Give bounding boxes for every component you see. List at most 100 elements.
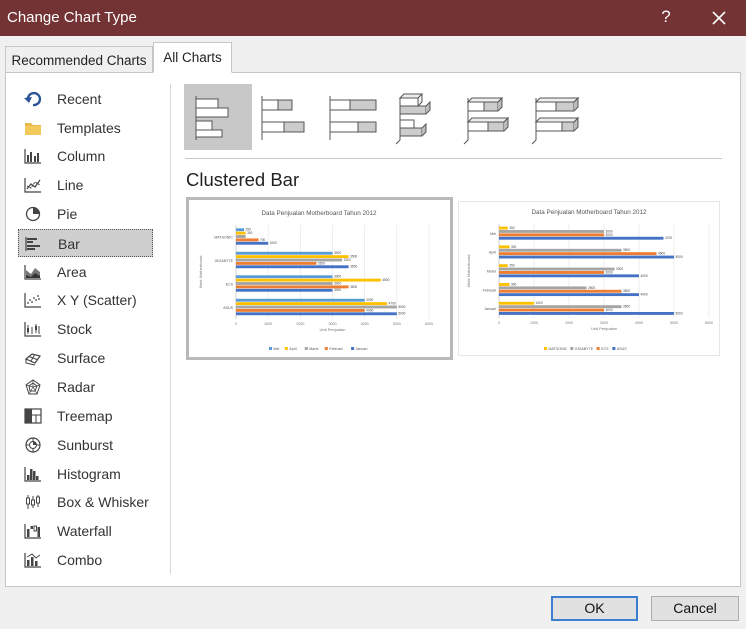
3d-percent-stacked-bar-icon (531, 96, 580, 145)
waterfall-chart-icon (24, 524, 41, 539)
data-label: 4500 (658, 252, 665, 256)
sidebar-item-surface[interactable]: Surface (18, 344, 153, 372)
radar-chart-icon (25, 379, 41, 395)
bar (499, 283, 510, 286)
title-bar: Change Chart Type ? (0, 0, 746, 36)
sidebar-item-combo[interactable]: Combo (18, 546, 153, 574)
x-tick-label: 2000 (565, 321, 573, 325)
bar (499, 286, 587, 290)
sidebar-item-label: Treemap (57, 408, 113, 424)
sidebar-item-label: Bar (58, 236, 80, 252)
cancel-button[interactable]: Cancel (651, 596, 739, 621)
sunburst-chart-icon (25, 437, 41, 453)
data-label: 3500 (350, 285, 357, 289)
legend-swatch (284, 347, 288, 350)
sidebar-item-line[interactable]: Line (18, 171, 153, 199)
bar (236, 228, 245, 232)
subtype-3d-100-stacked-bar[interactable] (524, 84, 592, 150)
ok-button[interactable]: OK (551, 596, 638, 621)
sidebar-item-scatter[interactable]: X Y (Scatter) (18, 286, 153, 314)
bar (236, 258, 343, 262)
bar (236, 282, 333, 285)
sidebar-item-label: Area (57, 264, 87, 280)
legend-swatch (612, 347, 616, 350)
3d-clustered-bar-icon (395, 93, 431, 145)
data-label: 5000 (398, 305, 405, 309)
bar (236, 285, 349, 289)
3d-stacked-bar-icon (463, 96, 510, 145)
x-tick-label: 3000 (329, 322, 337, 326)
sidebar-item-label: Surface (57, 350, 106, 366)
sidebar-item-label: Templates (57, 120, 121, 136)
data-label: 300 (511, 245, 517, 249)
legend-entry: Mei (274, 347, 280, 351)
sidebar-item-templates[interactable]: Templates (18, 114, 153, 142)
sidebar-item-bar[interactable]: Bar (18, 229, 153, 257)
bar (236, 265, 349, 269)
chart-preview-2[interactable]: Data Penjualan Motherboard Tahun 2012 0 10… (458, 201, 720, 356)
bar (236, 231, 246, 235)
x-tick-label: 6000 (705, 321, 713, 325)
bar (499, 264, 508, 268)
sidebar-divider (170, 84, 171, 574)
category-label: ECS (226, 282, 234, 286)
folder-icon (25, 123, 41, 135)
x-tick-label: 4000 (635, 321, 643, 325)
subtype-clustered-bar[interactable] (184, 84, 252, 150)
bar (499, 245, 510, 249)
x-tick-label: 5000 (393, 322, 401, 326)
category-label: ASUS (223, 306, 233, 310)
legend-entry: April (289, 347, 296, 351)
sidebar-item-radar[interactable]: Radar (18, 373, 153, 401)
sidebar-item-area[interactable]: Area (18, 258, 153, 286)
data-label: 3000 (606, 308, 613, 312)
category-label: GIGABYTE (215, 259, 234, 263)
scatter-chart-icon (24, 293, 41, 308)
tab-all-charts[interactable]: All Charts (153, 42, 232, 73)
subtype-100-stacked-bar[interactable] (320, 84, 388, 150)
data-label: 3000 (334, 288, 341, 292)
bar (499, 305, 622, 309)
line-chart-icon (24, 178, 41, 193)
sidebar-item-column[interactable]: Column (18, 142, 153, 170)
sidebar-item-box-whisker[interactable]: Box & Whisker (18, 488, 153, 516)
data-label: 4700 (665, 236, 672, 240)
bar (236, 275, 333, 279)
data-label: 2500 (318, 261, 325, 265)
y-axis-label: Merk Motherboard (198, 256, 203, 289)
sidebar-item-pie[interactable]: Pie (18, 200, 153, 228)
sidebar-item-label: Recent (57, 91, 102, 107)
sidebar-item-stock[interactable]: Stock (18, 315, 153, 343)
sidebar-item-sunburst[interactable]: Sunburst (18, 431, 153, 459)
x-tick-label: 0 (498, 321, 500, 325)
subtype-3d-stacked-bar[interactable] (456, 84, 524, 150)
help-button[interactable]: ? (656, 7, 676, 27)
tab-recommended-charts[interactable]: Recommended Charts (5, 46, 153, 72)
bar (499, 230, 604, 233)
close-button[interactable] (706, 5, 732, 31)
data-label: 4000 (641, 293, 648, 297)
sidebar-item-waterfall[interactable]: Waterfall (18, 517, 153, 545)
bar (499, 274, 639, 278)
sidebar-item-treemap[interactable]: Treemap (18, 402, 153, 430)
stacked-bar-icon (261, 96, 305, 140)
bar (236, 251, 333, 255)
sidebar-item-histogram[interactable]: Histogram (18, 460, 153, 488)
sidebar-item-recent[interactable]: Recent (18, 85, 153, 113)
stock-chart-icon (24, 322, 41, 337)
data-label: 4000 (366, 298, 373, 302)
close-icon (712, 11, 726, 25)
legend-swatch (596, 347, 600, 350)
x-tick-label: 5000 (670, 321, 678, 325)
subtype-stacked-bar[interactable] (252, 84, 320, 150)
bar (499, 308, 604, 312)
data-label: 3500 (350, 255, 357, 259)
bar (499, 271, 604, 274)
subtype-3d-clustered-bar[interactable] (388, 84, 456, 150)
clustered-bar-icon (195, 96, 229, 140)
data-label: 300 (247, 231, 253, 235)
data-label: 3300 (616, 267, 623, 271)
data-label: 3000 (606, 270, 613, 274)
x-axis-label: Unit Penjualan (319, 327, 345, 332)
chart-preview-1[interactable]: Data Penjualan Motherboard Tahun 2012 0 10… (186, 197, 453, 360)
